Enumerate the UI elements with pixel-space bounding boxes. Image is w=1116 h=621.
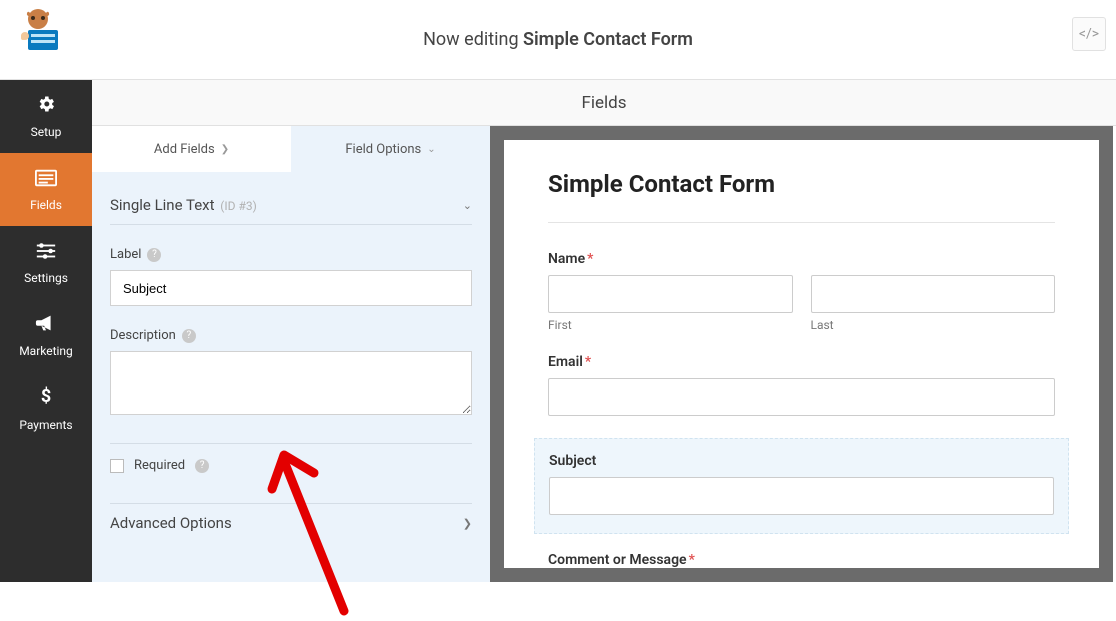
field-type-name: Single Line Text	[110, 196, 215, 214]
description-textarea[interactable]	[110, 351, 472, 415]
email-input[interactable]	[548, 378, 1055, 416]
editing-title: Now editing Simple Contact Form	[423, 29, 693, 50]
sublabel-last: Last	[811, 318, 1056, 332]
form-preview[interactable]: Simple Contact Form Name* First Last Ema…	[504, 140, 1099, 568]
tab-label: Add Fields	[154, 142, 215, 157]
required-checkbox[interactable]	[110, 459, 124, 473]
preview-field-email: Email*	[548, 354, 1055, 416]
bullhorn-icon	[35, 313, 57, 338]
pv-email-label: Email	[548, 354, 583, 370]
sidebar-label: Settings	[24, 271, 68, 285]
preview-wrap: Simple Contact Form Name* First Last Ema…	[490, 126, 1113, 582]
tab-label: Field Options	[345, 142, 421, 157]
dollar-icon: $	[39, 385, 53, 412]
left-panel: Add Fields ❯ Field Options ⌄ Single Line…	[92, 126, 490, 582]
field-label-label: Label	[110, 247, 141, 262]
pv-name-label: Name	[548, 251, 585, 267]
pv-subject-label: Subject	[549, 453, 596, 469]
preview-field-message: Comment or Message*	[548, 552, 1055, 568]
section-title-strip: Fields	[92, 80, 1116, 126]
help-icon[interactable]: ?	[147, 248, 161, 262]
chevron-right-icon: ❯	[463, 517, 472, 530]
required-asterisk: *	[587, 251, 593, 267]
wpforms-logo[interactable]	[14, 6, 62, 54]
top-header: Now editing Simple Contact Form </>	[0, 0, 1116, 80]
sidebar-item-fields[interactable]: Fields	[0, 153, 92, 226]
sliders-icon	[35, 241, 57, 265]
field-desc-label: Description	[110, 328, 176, 343]
sidebar-item-marketing[interactable]: Marketing	[0, 299, 92, 372]
sidebar-label: Payments	[19, 418, 72, 432]
form-icon	[35, 168, 57, 192]
main-sidebar: Setup Fields Settings Marketing $ Paymen…	[0, 80, 92, 582]
required-asterisk: *	[585, 354, 591, 370]
help-icon[interactable]: ?	[182, 329, 196, 343]
gear-icon	[36, 94, 56, 119]
section-title: Fields	[581, 93, 626, 113]
sidebar-item-payments[interactable]: $ Payments	[0, 372, 92, 445]
help-icon[interactable]: ?	[195, 459, 209, 473]
required-asterisk: *	[689, 552, 695, 568]
pv-message-label: Comment or Message	[548, 552, 687, 568]
code-icon: </>	[1079, 26, 1099, 42]
embed-button[interactable]: </>	[1072, 17, 1106, 51]
required-label: Required	[134, 458, 185, 473]
chevron-down-icon: ⌄	[463, 199, 472, 212]
sidebar-item-setup[interactable]: Setup	[0, 80, 92, 153]
svg-text:$: $	[41, 386, 51, 407]
editing-prefix: Now editing	[423, 29, 518, 50]
field-group-header[interactable]: Single Line Text (ID #3) ⌄	[110, 196, 472, 225]
advanced-label: Advanced Options	[110, 514, 232, 532]
sidebar-label: Fields	[30, 198, 62, 212]
last-name-input[interactable]	[811, 275, 1056, 313]
editing-form-name: Simple Contact Form	[523, 29, 693, 50]
chevron-down-icon: ⌄	[427, 144, 435, 155]
sidebar-label: Marketing	[19, 344, 73, 358]
preview-field-name: Name* First Last	[548, 251, 1055, 332]
subject-input[interactable]	[549, 477, 1054, 515]
first-name-input[interactable]	[548, 275, 793, 313]
field-id: (ID #3)	[220, 199, 257, 213]
label-input[interactable]	[110, 270, 472, 306]
preview-field-subject-selected: Subject	[534, 438, 1069, 534]
tab-add-fields[interactable]: Add Fields ❯	[92, 126, 291, 172]
tab-field-options[interactable]: Field Options ⌄	[291, 126, 490, 172]
panel-tabs: Add Fields ❯ Field Options ⌄	[92, 126, 490, 172]
required-row: Required ?	[110, 443, 472, 485]
sidebar-label: Setup	[31, 125, 62, 139]
advanced-options-row[interactable]: Advanced Options ❯	[110, 503, 472, 546]
form-title: Simple Contact Form	[548, 170, 1055, 223]
chevron-right-icon: ❯	[221, 144, 229, 155]
sidebar-item-settings[interactable]: Settings	[0, 226, 92, 299]
sublabel-first: First	[548, 318, 793, 332]
